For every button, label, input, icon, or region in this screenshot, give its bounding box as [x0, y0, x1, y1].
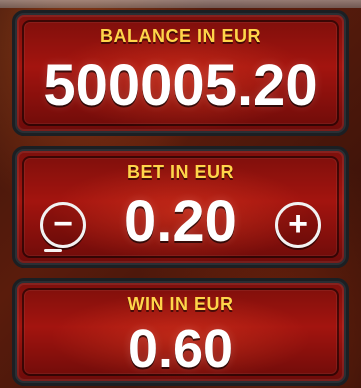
bet-title: BET IN EUR: [126, 162, 234, 182]
win-value: 0.60: [127, 319, 234, 379]
balance-value: 500005.20: [43, 53, 318, 118]
game-hud: BALANCE IN EUR 500005.20 BET IN EUR − 0.…: [0, 0, 361, 388]
increase-bet-button[interactable]: +: [275, 202, 321, 248]
balance-panel: BALANCE IN EUR 500005.20: [12, 10, 349, 136]
win-title: WIN IN EUR: [127, 294, 234, 314]
balance-title: BALANCE IN EUR: [99, 26, 261, 46]
win-panel: WIN IN EUR 0.60: [12, 278, 349, 386]
bet-panel: BET IN EUR − 0.20 +: [12, 146, 349, 268]
plus-icon: +: [288, 205, 308, 243]
top-cap: [0, 0, 361, 8]
